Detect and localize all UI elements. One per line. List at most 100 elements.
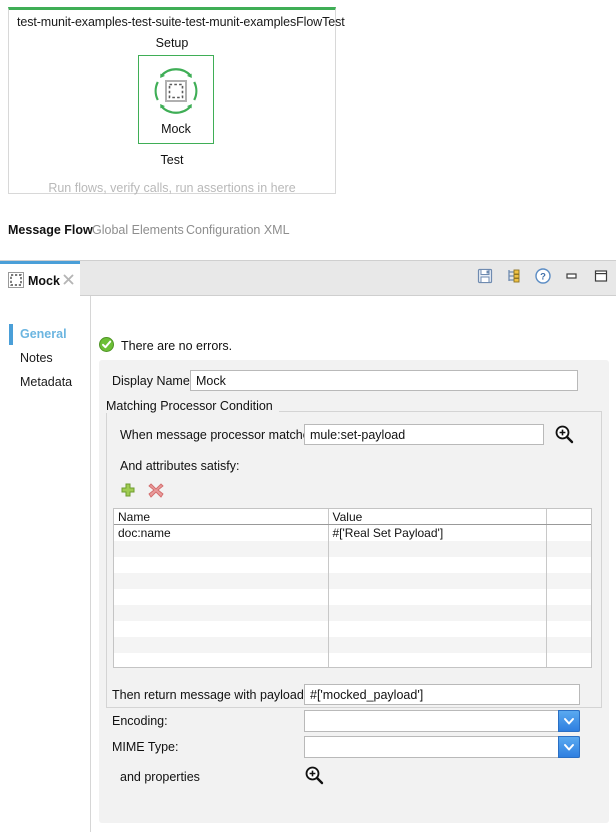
properties-panel: Mock	[0, 260, 616, 832]
table-cell[interactable]	[114, 573, 328, 589]
table-header-row: Name Value	[114, 509, 591, 525]
mime-type-label: MIME Type:	[112, 740, 178, 754]
table-cell[interactable]	[114, 589, 328, 605]
add-plus-icon[interactable]	[120, 482, 136, 498]
table-row[interactable]	[114, 541, 591, 557]
group-title: Matching Processor Condition	[106, 399, 279, 413]
table-row[interactable]	[114, 557, 591, 573]
properties-body: General Notes Metadata There are no erro…	[0, 296, 616, 832]
table-cell[interactable]	[328, 573, 546, 589]
success-check-icon	[99, 337, 114, 355]
status-row: There are no errors.	[99, 337, 232, 355]
tab-mock[interactable]: Mock	[0, 261, 80, 296]
return-payload-label: Then return message with payload:	[112, 688, 307, 702]
save-icon[interactable]	[476, 267, 494, 285]
svg-text:?: ?	[540, 272, 546, 283]
properties-side-nav[interactable]: General Notes Metadata	[0, 296, 91, 832]
tab-mock-label: Mock	[28, 274, 60, 288]
table-row[interactable]	[114, 589, 591, 605]
tab-global-elements[interactable]: Global Elements	[92, 223, 184, 237]
mock-icon	[147, 62, 205, 120]
test-section-label: Test	[9, 153, 335, 167]
table-cell[interactable]	[546, 589, 591, 605]
editor-tab-bar[interactable]: Message Flow Global Elements Configurati…	[0, 221, 616, 249]
table-cell[interactable]	[546, 557, 591, 573]
zoom-in-icon[interactable]	[304, 765, 324, 785]
sidebar-item-notes[interactable]: Notes	[0, 347, 91, 371]
flow-placeholder-hint: Run flows, verify calls, run assertions …	[9, 181, 335, 195]
sidebar-item-general[interactable]: General	[0, 323, 91, 347]
flow-title: test-munit-examples-test-suite-test-muni…	[17, 15, 345, 29]
flow-canvas[interactable]: test-munit-examples-test-suite-test-muni…	[8, 7, 336, 194]
encoding-label: Encoding:	[112, 714, 168, 728]
chevron-down-icon[interactable]	[558, 736, 580, 758]
encoding-combobox[interactable]	[304, 710, 580, 732]
sidebar-item-metadata[interactable]: Metadata	[0, 371, 91, 395]
table-row[interactable]: doc:name#['Real Set Payload']	[114, 525, 591, 542]
properties-tab-bar: Mock	[0, 261, 616, 296]
minimize-icon[interactable]	[563, 267, 581, 285]
column-header-value[interactable]: Value	[328, 509, 546, 525]
flow-node-label: Mock	[139, 122, 213, 136]
column-header-name[interactable]: Name	[114, 509, 328, 525]
column-header-extra[interactable]	[546, 509, 591, 525]
properties-content: There are no errors. Display Name: Match…	[92, 296, 616, 832]
tab-message-flow[interactable]: Message Flow	[8, 223, 93, 237]
table-cell[interactable]	[546, 541, 591, 557]
table-cell[interactable]	[114, 653, 328, 668]
table-cell[interactable]	[546, 621, 591, 637]
delete-cross-icon[interactable]	[148, 482, 164, 498]
when-matches-input[interactable]	[304, 424, 544, 445]
table-row[interactable]	[114, 605, 591, 621]
table-cell[interactable]	[328, 605, 546, 621]
table-cell[interactable]	[114, 605, 328, 621]
table-cell[interactable]	[546, 637, 591, 653]
mock-dashed-square-icon	[8, 272, 24, 288]
when-matches-label: When message processor matches:	[120, 428, 319, 442]
setup-section-label: Setup	[9, 36, 335, 50]
table-cell[interactable]	[328, 557, 546, 573]
and-properties-label: and properties	[120, 770, 200, 784]
table-cell[interactable]	[328, 653, 546, 668]
properties-toolbar[interactable]: ?	[476, 267, 610, 285]
mime-type-combobox[interactable]	[304, 736, 580, 758]
status-text: There are no errors.	[121, 339, 232, 353]
tab-configuration-xml[interactable]: Configuration XML	[186, 223, 290, 237]
table-cell[interactable]	[114, 637, 328, 653]
table-cell[interactable]	[114, 557, 328, 573]
table-cell[interactable]	[328, 589, 546, 605]
table-cell[interactable]	[546, 653, 591, 668]
table-cell[interactable]	[328, 541, 546, 557]
sidebar-item-label: Notes	[20, 351, 53, 365]
sidebar-item-label: Metadata	[20, 375, 72, 389]
zoom-in-icon[interactable]	[554, 424, 574, 444]
table-cell[interactable]: doc:name	[114, 525, 328, 542]
table-row[interactable]	[114, 653, 591, 668]
close-icon[interactable]	[62, 273, 75, 286]
return-payload-input[interactable]	[304, 684, 580, 705]
display-name-label: Display Name:	[112, 374, 193, 388]
attributes-table[interactable]: Name Value doc:name#['Real Set Payload']	[113, 508, 592, 668]
flow-node-mock[interactable]: Mock	[138, 55, 214, 144]
table-cell[interactable]	[546, 573, 591, 589]
table-cell[interactable]	[328, 621, 546, 637]
attributes-satisfy-label: And attributes satisfy:	[120, 459, 240, 473]
attribute-table-toolbar[interactable]	[120, 482, 164, 498]
display-name-input[interactable]	[190, 370, 578, 391]
maximize-icon[interactable]	[592, 267, 610, 285]
group-border-line	[250, 411, 602, 412]
chevron-down-icon[interactable]	[558, 710, 580, 732]
hierarchy-icon[interactable]	[505, 267, 523, 285]
table-cell[interactable]	[114, 621, 328, 637]
table-cell[interactable]	[546, 525, 591, 542]
attributes-table-body: doc:name#['Real Set Payload']	[114, 525, 591, 669]
table-cell[interactable]	[114, 541, 328, 557]
table-row[interactable]	[114, 637, 591, 653]
table-cell[interactable]	[328, 637, 546, 653]
table-cell[interactable]	[546, 605, 591, 621]
help-icon[interactable]: ?	[534, 267, 552, 285]
table-row[interactable]	[114, 621, 591, 637]
table-row[interactable]	[114, 573, 591, 589]
attributes-table-element: Name Value doc:name#['Real Set Payload']	[114, 509, 591, 668]
table-cell[interactable]: #['Real Set Payload']	[328, 525, 546, 542]
